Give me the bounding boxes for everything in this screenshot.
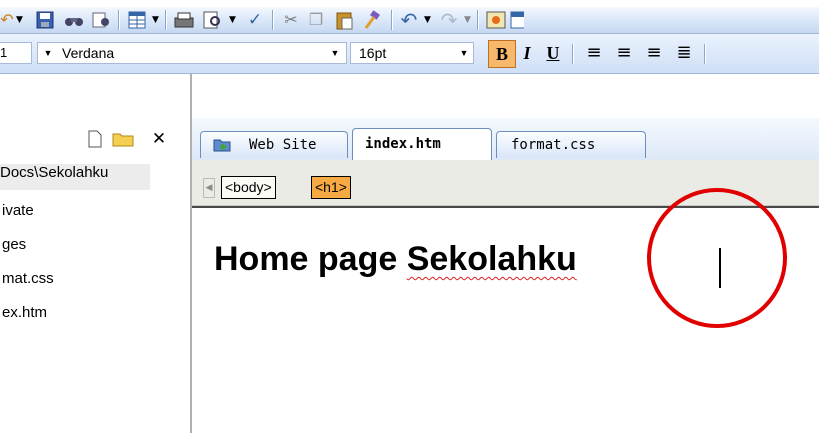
tree-item-label: ges bbox=[2, 236, 27, 253]
bold-button[interactable]: B bbox=[488, 40, 516, 68]
toolbar-separator bbox=[477, 10, 478, 30]
dropdown-arrow-icon[interactable]: ▼ bbox=[229, 15, 236, 25]
tree-item-private[interactable]: ivate bbox=[2, 202, 34, 219]
new-page-icon[interactable] bbox=[84, 128, 106, 150]
align-center-icon[interactable]: ≡ bbox=[611, 40, 637, 66]
tab-index-htm[interactable]: index.htm bbox=[352, 128, 492, 160]
toolbar-separator bbox=[704, 44, 705, 64]
misspelled-word[interactable]: Sekolahku bbox=[407, 240, 577, 278]
tree-item-images[interactable]: ges bbox=[2, 236, 26, 253]
toolbar-separator bbox=[391, 10, 392, 30]
undo-icon[interactable]: ↶ bbox=[398, 8, 420, 32]
toolbar-separator bbox=[165, 10, 166, 30]
dropdown-arrow-icon[interactable]: ▼ bbox=[424, 15, 431, 25]
tab-label: index.htm bbox=[365, 136, 441, 152]
tree-item-label: ivate bbox=[2, 202, 34, 219]
print-icon[interactable] bbox=[172, 8, 196, 32]
toolbar-separator bbox=[272, 10, 273, 30]
close-icon[interactable]: ✕ bbox=[148, 128, 170, 150]
tree-item-root[interactable]: Docs\Sekolahku bbox=[0, 164, 150, 190]
tree-item-index-htm[interactable]: ex.htm bbox=[2, 304, 47, 321]
scroll-left-icon[interactable]: ◀ bbox=[203, 178, 215, 198]
bold-label: B bbox=[495, 43, 508, 64]
tree-item-label: ex.htm bbox=[2, 304, 48, 321]
underline-label: U bbox=[546, 42, 560, 63]
dropdown-arrow-icon[interactable]: ▼ bbox=[464, 15, 471, 25]
align-left-icon[interactable]: ≡ bbox=[581, 40, 607, 66]
dropdown-arrow-icon[interactable]: ▼ bbox=[16, 15, 23, 25]
heading-text: Home page bbox=[214, 240, 407, 278]
tab-web-site[interactable]: Web Site bbox=[200, 131, 348, 158]
tag-h1[interactable]: <h1> bbox=[311, 176, 351, 199]
toolbar-separator bbox=[572, 44, 573, 64]
page-heading[interactable]: Home page Sekolahku bbox=[214, 240, 577, 279]
tree-item-format-css[interactable]: mat.css bbox=[2, 270, 54, 287]
font-size-combo[interactable]: 16pt ▼ bbox=[350, 42, 474, 64]
toolbar-separator bbox=[118, 10, 119, 30]
underline-button[interactable]: U bbox=[540, 40, 566, 66]
image-icon[interactable] bbox=[484, 8, 508, 32]
new-folder-icon[interactable] bbox=[110, 128, 136, 150]
italic-label: I bbox=[523, 42, 531, 63]
font-size-value: 16pt bbox=[359, 45, 387, 61]
find-icon[interactable] bbox=[62, 8, 86, 32]
align-right-icon[interactable]: ≡ bbox=[641, 40, 667, 66]
tree-item-label: Docs\Sekolahku bbox=[0, 164, 109, 181]
paste-icon[interactable] bbox=[332, 8, 356, 32]
tag-label: <h1> bbox=[315, 179, 347, 195]
justify-icon[interactable]: ≣ bbox=[671, 40, 697, 66]
dropdown-arrow-icon[interactable]: ▼ bbox=[41, 43, 55, 63]
tab-format-css[interactable]: format.css bbox=[496, 131, 646, 158]
web-site-icon bbox=[213, 137, 231, 153]
print-preview-icon[interactable] bbox=[201, 8, 225, 32]
italic-button[interactable]: I bbox=[514, 40, 540, 66]
copy-icon[interactable]: ❐ bbox=[305, 8, 327, 32]
tag-body[interactable]: <body> bbox=[221, 176, 276, 199]
cut-icon[interactable]: ✂ bbox=[280, 8, 302, 32]
redo-icon[interactable]: ↷ bbox=[438, 8, 460, 32]
dropdown-arrow-icon[interactable]: ▼ bbox=[328, 43, 342, 63]
font-name-value: Verdana bbox=[62, 45, 115, 61]
tab-label: format.css bbox=[511, 137, 596, 153]
save-icon[interactable] bbox=[33, 8, 57, 32]
replace-icon[interactable] bbox=[89, 8, 113, 32]
style-combo[interactable]: 1 bbox=[0, 42, 32, 64]
folder-list-header bbox=[0, 74, 190, 114]
dropdown-arrow-icon[interactable]: ▼ bbox=[457, 43, 471, 63]
insert-table-icon[interactable] bbox=[510, 8, 524, 32]
style-value: 1 bbox=[0, 45, 8, 60]
spellcheck-icon[interactable]: ✓ bbox=[243, 8, 267, 32]
font-name-combo[interactable]: ▼ Verdana ▼ bbox=[37, 42, 347, 64]
annotation-circle bbox=[647, 188, 787, 328]
dropdown-arrow-icon[interactable]: ▼ bbox=[152, 15, 159, 25]
tab-label: Web Site bbox=[249, 137, 317, 153]
tree-item-label: mat.css bbox=[2, 270, 54, 287]
undo-icon[interactable]: ↶ bbox=[0, 8, 14, 32]
table-icon[interactable] bbox=[125, 8, 149, 32]
format-painter-icon[interactable] bbox=[360, 8, 384, 32]
tag-label: <body> bbox=[225, 179, 272, 195]
